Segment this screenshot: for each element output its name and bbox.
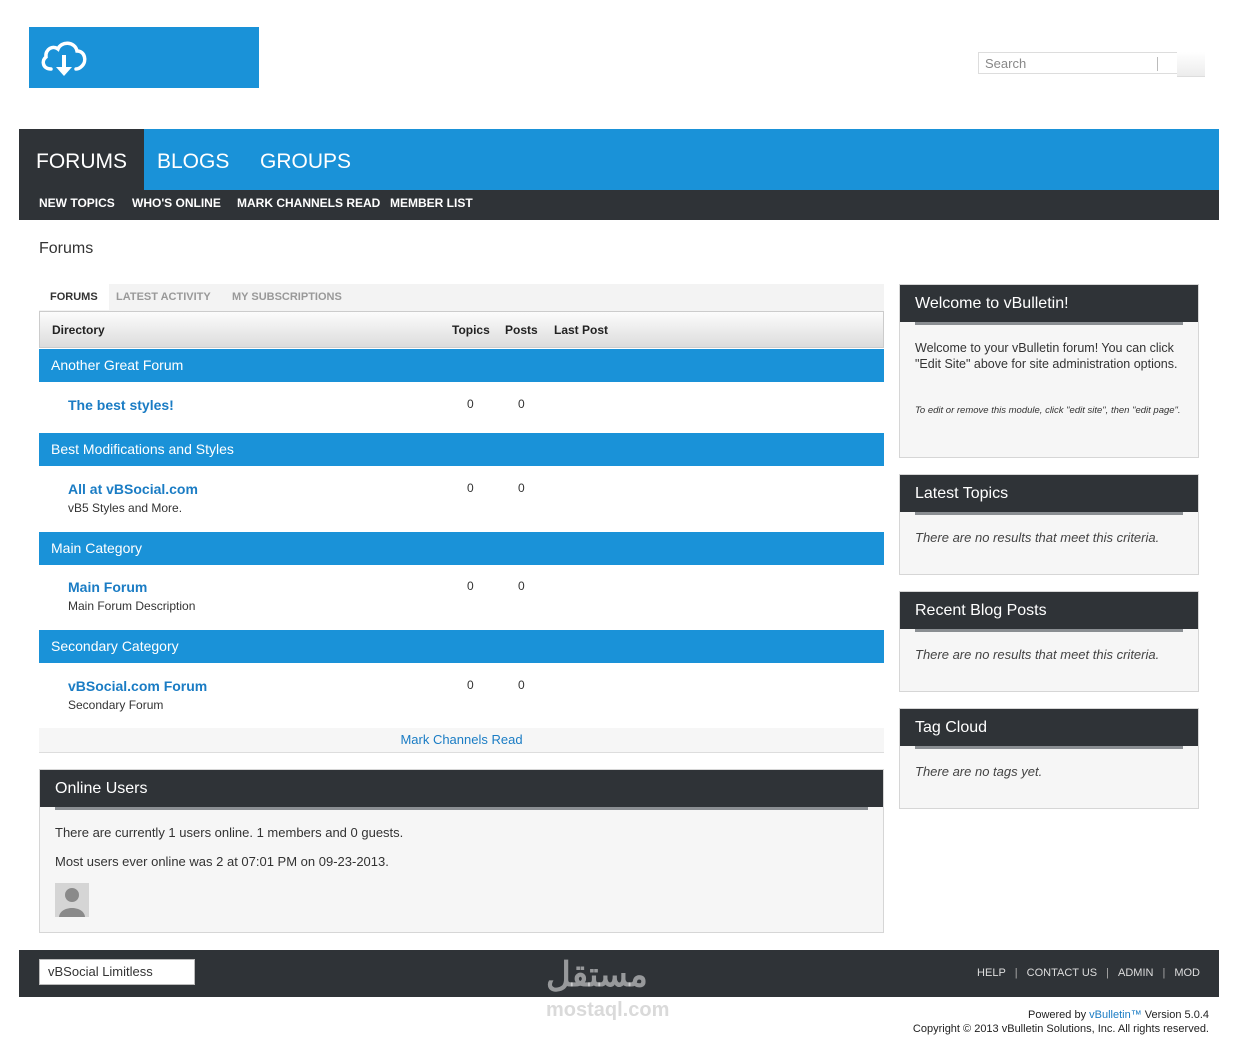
- search-button[interactable]: [1177, 52, 1205, 77]
- tab-forums[interactable]: FORUMS: [39, 284, 109, 310]
- category-header[interactable]: Main Category: [39, 532, 884, 565]
- subnav-new-topics[interactable]: NEW TOPICS: [39, 190, 115, 217]
- forum-description: vB5 Styles and More.: [68, 501, 183, 515]
- block-divider: [55, 807, 868, 810]
- online-users-block: Online Users There are currently 1 users…: [39, 769, 884, 933]
- forum-title-link[interactable]: The best styles!: [68, 397, 174, 413]
- forum-posts-count: 0: [518, 678, 525, 692]
- avatar[interactable]: [55, 883, 89, 917]
- powered-prefix: Powered by: [1027, 1009, 1090, 1021]
- category-header[interactable]: Another Great Forum: [39, 349, 884, 382]
- online-record-text: Most users ever online was 2 at 07:01 PM…: [55, 854, 389, 869]
- vbulletin-link[interactable]: vBulletin™: [1089, 1009, 1142, 1021]
- tag-cloud-empty: There are no tags yet.: [915, 764, 1043, 779]
- nav-tab-groups[interactable]: GROUPS: [243, 129, 368, 190]
- directory-header: Directory Topics Posts Last Post: [39, 311, 884, 348]
- subnav-whos-online[interactable]: WHO'S ONLINE: [132, 190, 221, 217]
- sub-navigation: NEW TOPICS WHO'S ONLINE MARK CHANNELS RE…: [19, 190, 1219, 220]
- forum-topics-count: 0: [467, 579, 474, 593]
- welcome-block: Welcome to vBulletin! Welcome to your vB…: [899, 284, 1199, 458]
- subnav-member-list[interactable]: MEMBER LIST: [390, 190, 473, 217]
- latest-topics-title: Latest Topics: [900, 475, 1198, 512]
- block-divider: [915, 746, 1183, 749]
- footer-separator: |: [1162, 967, 1166, 979]
- page-title: Forums: [39, 240, 94, 257]
- forum-title-link[interactable]: Main Forum: [68, 579, 147, 595]
- subnav-mark-channels-read[interactable]: MARK CHANNELS READ: [237, 190, 380, 217]
- content-tabs: FORUMS LATEST ACTIVITY MY SUBSCRIPTIONS: [39, 284, 884, 311]
- cloud-download-icon: [41, 41, 87, 76]
- forum-title-link[interactable]: All at vBSocial.com: [68, 481, 198, 497]
- forum-posts-count: 0: [518, 481, 525, 495]
- tab-my-subscriptions[interactable]: MY SUBSCRIPTIONS: [232, 284, 342, 310]
- footer-help-link[interactable]: HELP: [977, 967, 1006, 979]
- footer-contact-link[interactable]: CONTACT US: [1027, 967, 1098, 979]
- tag-cloud-block: Tag Cloud There are no tags yet.: [899, 708, 1199, 809]
- copyright: Copyright © 2013 vBulletin Solutions, In…: [912, 1023, 1209, 1035]
- forum-posts-count: 0: [518, 397, 525, 411]
- forum-description: Main Forum Description: [68, 599, 196, 613]
- recent-blog-posts-block: Recent Blog Posts There are no results t…: [899, 591, 1199, 692]
- footer-separator: |: [1014, 967, 1018, 979]
- block-divider: [915, 512, 1183, 515]
- site-logo[interactable]: [29, 27, 259, 88]
- block-divider: [915, 322, 1183, 325]
- category-header[interactable]: Secondary Category: [39, 630, 884, 663]
- footer-links: HELP | CONTACT US | ADMIN | MOD: [977, 967, 1200, 979]
- forum-posts-count: 0: [518, 579, 525, 593]
- nav-tab-blogs[interactable]: BLOGS: [140, 129, 246, 190]
- block-divider: [915, 629, 1183, 632]
- col-topics: Topics: [452, 323, 490, 337]
- tag-cloud-title: Tag Cloud: [900, 709, 1198, 746]
- watermark-latin: mostaql.com: [546, 999, 670, 1021]
- welcome-note: To edit or remove this module, click "ed…: [915, 405, 1181, 416]
- forum-topics-count: 0: [467, 397, 474, 411]
- forum-description: Secondary Forum: [68, 698, 164, 712]
- search-divider: [1157, 57, 1158, 71]
- powered-by: Powered by vBulletin™ Version 5.0.4 Copy…: [913, 1008, 1209, 1036]
- recent-blog-posts-empty: There are no results that meet this crit…: [915, 647, 1160, 662]
- search-input[interactable]: Search: [978, 52, 1178, 74]
- mark-channels-read-link[interactable]: Mark Channels Read: [39, 728, 884, 753]
- col-directory: Directory: [52, 323, 105, 337]
- footer-admin-link[interactable]: ADMIN: [1118, 967, 1153, 979]
- col-last-post: Last Post: [554, 323, 609, 337]
- footer-mod-link[interactable]: MOD: [1174, 967, 1200, 979]
- latest-topics-empty: There are no results that meet this crit…: [915, 530, 1160, 545]
- online-count-text: There are currently 1 users online. 1 me…: [55, 825, 404, 840]
- style-select[interactable]: vBSocial Limitless: [39, 959, 195, 985]
- powered-version: Version 5.0.4: [1141, 1009, 1209, 1021]
- user-silhouette-icon: [59, 888, 85, 917]
- latest-topics-block: Latest Topics There are no results that …: [899, 474, 1199, 575]
- watermark-arabic: مستقل: [546, 956, 648, 994]
- welcome-text: Welcome to your vBulletin forum! You can…: [915, 341, 1178, 371]
- nav-tab-forums[interactable]: FORUMS: [19, 129, 144, 190]
- tab-latest-activity[interactable]: LATEST ACTIVITY: [116, 284, 211, 310]
- recent-blog-posts-title: Recent Blog Posts: [900, 592, 1198, 629]
- forum-title-link[interactable]: vBSocial.com Forum: [68, 678, 207, 694]
- welcome-title: Welcome to vBulletin!: [900, 285, 1198, 322]
- col-posts: Posts: [505, 323, 538, 337]
- search-placeholder: Search: [985, 56, 1027, 71]
- forum-topics-count: 0: [467, 678, 474, 692]
- category-header[interactable]: Best Modifications and Styles: [39, 433, 884, 466]
- forum-topics-count: 0: [467, 481, 474, 495]
- main-navigation: FORUMS BLOGS GROUPS: [19, 129, 1219, 190]
- footer-separator: |: [1106, 967, 1110, 979]
- online-users-title: Online Users: [40, 770, 883, 807]
